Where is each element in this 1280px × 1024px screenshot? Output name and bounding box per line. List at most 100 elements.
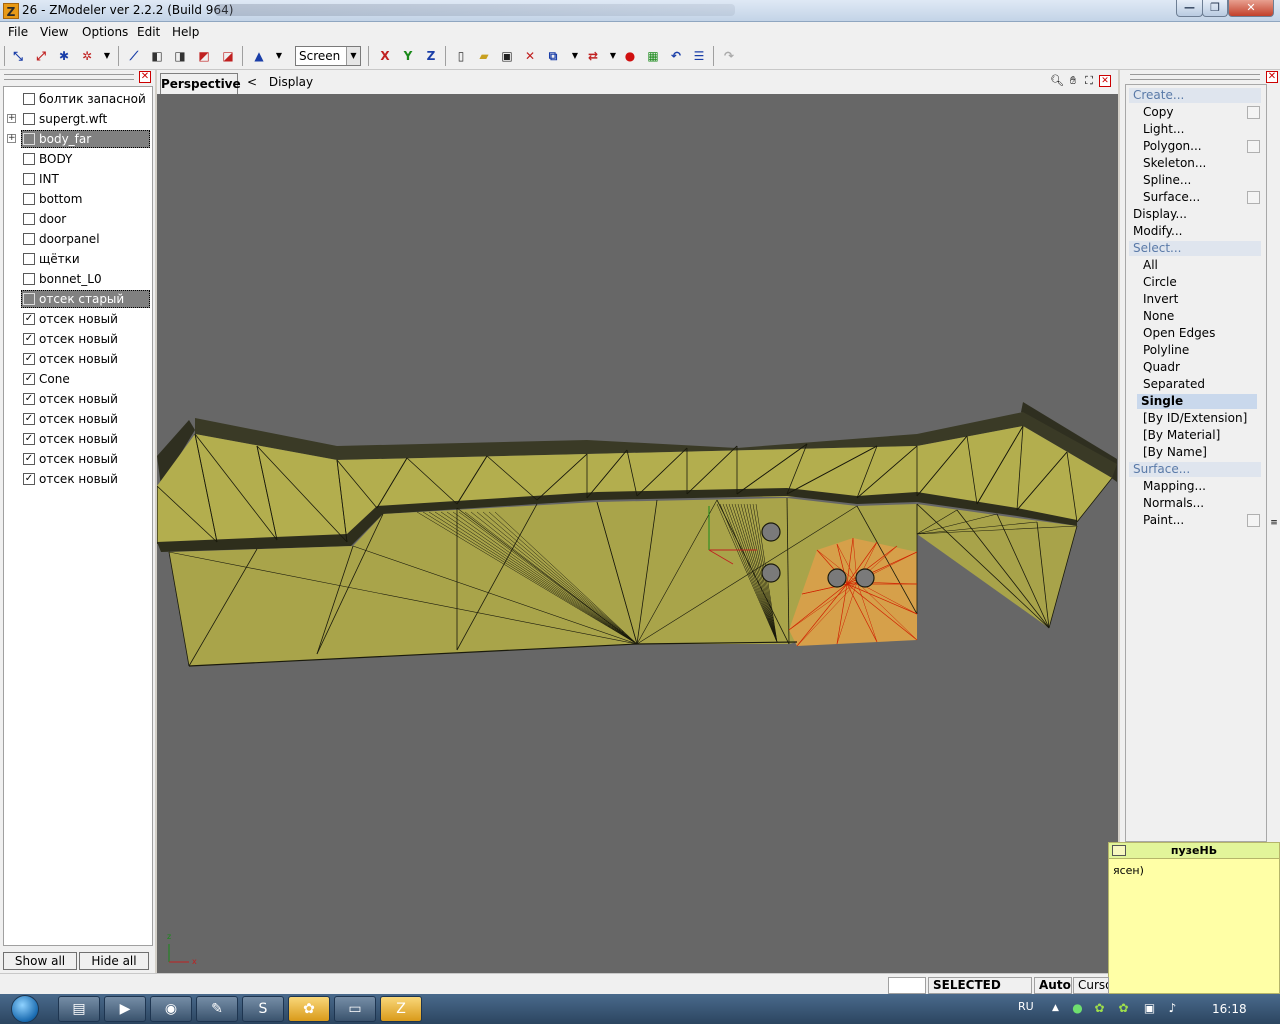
close-button[interactable]: ✕ xyxy=(1228,0,1274,17)
command-by-name[interactable]: [By Name] xyxy=(1143,445,1207,459)
visibility-checkbox[interactable] xyxy=(23,293,35,305)
properties-icon[interactable]: ☰ xyxy=(690,47,708,65)
object-row[interactable]: door xyxy=(4,209,152,229)
command-options-box[interactable] xyxy=(1247,106,1260,119)
command-options-box[interactable] xyxy=(1247,514,1260,527)
command-modify[interactable]: Modify... xyxy=(1133,224,1183,238)
surface-mode-icon[interactable]: ◩ xyxy=(195,47,213,65)
delete-icon[interactable]: ✕ xyxy=(521,47,539,65)
tab-perspective[interactable]: Perspective xyxy=(160,73,241,94)
visibility-checkbox[interactable] xyxy=(23,213,35,225)
maximize-button[interactable]: ❐ xyxy=(1202,0,1228,17)
chat-notification[interactable]: пузеНЬ ясен) xyxy=(1108,842,1280,994)
command-spline[interactable]: Spline... xyxy=(1143,173,1191,187)
clock[interactable]: 16:18 xyxy=(1212,1002,1247,1016)
icq-tray-icon-2[interactable]: ✿ xyxy=(1116,1001,1131,1016)
object-row[interactable]: ✓ отсек новый xyxy=(4,329,152,349)
commands-scrollbar[interactable]: ≡ xyxy=(1268,86,1280,842)
material-icon[interactable]: ▦ xyxy=(644,47,662,65)
command-by-material[interactable]: [By Material] xyxy=(1143,428,1220,442)
object-row[interactable]: ✓ отсек новый xyxy=(4,389,152,409)
command-by-id-extension[interactable]: [By ID/Extension] xyxy=(1143,411,1247,425)
open-file-icon[interactable]: ▰ xyxy=(475,47,493,65)
menu-file[interactable]: File xyxy=(8,25,28,39)
status-auto[interactable]: Auto xyxy=(1034,977,1072,994)
object-row[interactable]: BODY xyxy=(4,149,152,169)
back-arrow-icon[interactable]: < xyxy=(247,75,257,89)
panel-grip[interactable] xyxy=(4,74,134,80)
object-row[interactable]: ✓ отсек новый xyxy=(4,449,152,469)
object-row[interactable]: ✓ отсек новый xyxy=(4,429,152,449)
object-row[interactable]: + supergt.wft xyxy=(4,109,152,129)
explorer-taskbar-icon[interactable]: ▤ xyxy=(58,996,100,1022)
skype-taskbar-icon[interactable]: S xyxy=(242,996,284,1022)
select-tool-icon[interactable]: ⤡ xyxy=(9,47,27,65)
zmodeler-taskbar-icon[interactable]: Z xyxy=(380,996,422,1022)
menu-options[interactable]: Options xyxy=(82,25,128,39)
visibility-checkbox[interactable] xyxy=(23,173,35,185)
menu-view[interactable]: View xyxy=(40,25,68,39)
tray-expand-icon[interactable]: ▲ xyxy=(1048,1001,1063,1016)
visibility-checkbox[interactable]: ✓ xyxy=(23,353,35,365)
command-surface[interactable]: Surface... xyxy=(1129,462,1261,477)
paint-taskbar-icon[interactable]: ✎ xyxy=(196,996,238,1022)
zoom-icon[interactable]: 🔍︎ xyxy=(1050,74,1064,88)
object-row[interactable]: ✓ отсек новый xyxy=(4,309,152,329)
viewport-display-menu[interactable]: < Display xyxy=(247,75,313,89)
visibility-checkbox[interactable]: ✓ xyxy=(23,453,35,465)
export-dropdown-icon[interactable]: ▼ xyxy=(604,47,622,65)
command-light[interactable]: Light... xyxy=(1143,122,1184,136)
icq-taskbar-icon[interactable]: ✿ xyxy=(288,996,330,1022)
visibility-checkbox[interactable] xyxy=(23,113,35,125)
visibility-checkbox[interactable]: ✓ xyxy=(23,313,35,325)
polygon-mode-icon[interactable]: ◧ xyxy=(148,47,166,65)
visibility-checkbox[interactable]: ✓ xyxy=(23,413,35,425)
object-mode-icon[interactable]: ◨ xyxy=(171,47,189,65)
visibility-checkbox[interactable] xyxy=(23,233,35,245)
figure-tool-icon[interactable]: ✱ xyxy=(55,47,73,65)
visibility-checkbox[interactable]: ✓ xyxy=(23,473,35,485)
edge-mode-icon[interactable]: ◪ xyxy=(219,47,237,65)
render-icon[interactable]: ● xyxy=(621,47,639,65)
close-panel-icon[interactable]: ✕ xyxy=(139,71,151,83)
command-polyline[interactable]: Polyline xyxy=(1143,343,1189,357)
window-taskbar-icon[interactable]: ▭ xyxy=(334,996,376,1022)
antivirus-tray-icon[interactable]: ● xyxy=(1070,1001,1085,1016)
save-file-icon[interactable]: ▣ xyxy=(498,47,516,65)
command-none[interactable]: None xyxy=(1143,309,1174,323)
3d-viewport[interactable]: z x xyxy=(157,94,1118,973)
axis-y-toggle[interactable]: Y xyxy=(399,47,417,65)
command-surface[interactable]: Surface... xyxy=(1143,190,1200,204)
command-select[interactable]: Select... xyxy=(1129,241,1261,256)
axis-x-toggle[interactable]: X xyxy=(376,47,394,65)
command-single[interactable]: Single xyxy=(1137,394,1257,409)
object-row[interactable]: ✓ отсек новый xyxy=(4,349,152,369)
language-indicator[interactable]: RU xyxy=(1018,1000,1034,1013)
object-row[interactable]: ✓ отсек новый xyxy=(4,469,152,489)
menu-edit[interactable]: Edit xyxy=(137,25,160,39)
pan-hand-icon[interactable]: ✋︎ xyxy=(1066,74,1080,88)
new-file-icon[interactable]: ▯ xyxy=(452,47,470,65)
visibility-checkbox[interactable]: ✓ xyxy=(23,433,35,445)
expand-icon[interactable]: + xyxy=(7,134,16,143)
import-dropdown-icon[interactable]: ▼ xyxy=(566,47,584,65)
command-polygon[interactable]: Polygon... xyxy=(1143,139,1202,153)
object-row[interactable]: bonnet_L0 xyxy=(4,269,152,289)
network-tray-icon[interactable]: ▣ xyxy=(1142,1001,1157,1016)
import-icon[interactable]: ⧉ xyxy=(544,47,562,65)
object-row[interactable]: отсек старый xyxy=(4,289,152,309)
visibility-checkbox[interactable] xyxy=(23,153,35,165)
start-button[interactable] xyxy=(6,994,48,1024)
visibility-checkbox[interactable] xyxy=(23,93,35,105)
visibility-checkbox[interactable]: ✓ xyxy=(23,373,35,385)
axis-z-toggle[interactable]: Z xyxy=(422,47,440,65)
status-mode[interactable]: SELECTED MODE xyxy=(928,977,1032,1007)
command-paint[interactable]: Paint... xyxy=(1143,513,1184,527)
vertex-mode-icon[interactable]: ⟋ xyxy=(125,47,143,65)
show-all-button[interactable]: Show all xyxy=(3,952,77,970)
coordinate-mode-select[interactable]: Screen ▼ xyxy=(295,46,361,66)
export-icon[interactable]: ⇄ xyxy=(584,47,602,65)
panel-grip[interactable] xyxy=(1130,74,1260,80)
command-all[interactable]: All xyxy=(1143,258,1158,272)
command-circle[interactable]: Circle xyxy=(1143,275,1177,289)
